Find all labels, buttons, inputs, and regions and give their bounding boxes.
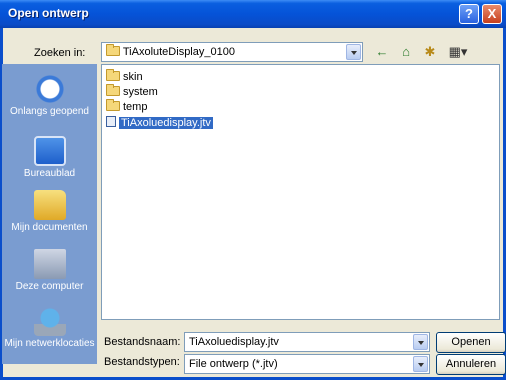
desktop-icon [33, 136, 66, 166]
place-recent-label: Onlangs geopend [10, 106, 89, 117]
views-icon: ▦▾ [448, 44, 468, 59]
file-name: temp [123, 101, 148, 113]
filename-label: Bestandsnaam: [104, 336, 181, 348]
lookin-label: Zoeken in: [34, 47, 86, 59]
up-folder-icon: ⌂ [402, 44, 410, 59]
up-folder-button[interactable]: ⌂ [396, 44, 416, 62]
new-folder-button[interactable]: ✱ [420, 44, 440, 62]
folder-icon [106, 84, 120, 96]
filetype-label: Bestandstypen: [104, 356, 180, 368]
list-item[interactable]: system [106, 84, 158, 99]
file-name: TiAxoluedisplay.jtv [119, 117, 213, 129]
lookin-value-wrap: TiAxoluteDisplay_0100 [106, 44, 235, 58]
help-button[interactable]: ? [459, 4, 479, 24]
list-item-selected[interactable]: TiAxoluedisplay.jtv [106, 116, 213, 129]
computer-icon [33, 249, 66, 279]
place-network-label: Mijn netwerklocaties [4, 338, 95, 349]
place-computer[interactable]: Deze computer [2, 249, 97, 292]
views-menu-button[interactable]: ▦▾ [444, 44, 472, 62]
filetype-dropdown[interactable]: File ontwerp (*.jtv) [184, 354, 430, 374]
list-item[interactable]: temp [106, 99, 148, 114]
place-documents[interactable]: Mijn documenten [2, 190, 97, 233]
network-icon [33, 306, 66, 336]
title-bar[interactable]: Open ontwerp ? X [0, 0, 506, 28]
file-name: skin [123, 71, 143, 83]
close-button[interactable]: X [482, 4, 502, 24]
close-icon: X [487, 6, 497, 21]
file-icon [106, 116, 116, 127]
window-title: Open ontwerp [8, 6, 89, 20]
folder-icon [106, 99, 120, 111]
folder-icon [106, 69, 120, 81]
place-computer-label: Deze computer [15, 281, 84, 292]
file-name: system [123, 86, 158, 98]
filename-value: TiAxoluedisplay.jtv [189, 336, 279, 348]
filetype-value: File ontwerp (*.jtv) [189, 358, 278, 370]
file-list[interactable]: skin system temp TiAxoluedisplay.jtv [101, 64, 500, 320]
clock-icon [33, 74, 66, 104]
place-desktop[interactable]: Bureaublad [2, 136, 97, 179]
open-button[interactable]: Openen [436, 332, 506, 353]
chevron-down-icon[interactable] [413, 334, 428, 350]
places-bar: Onlangs geopend Bureaublad Mijn document… [2, 64, 97, 364]
documents-folder-icon [33, 190, 66, 220]
list-item[interactable]: skin [106, 69, 143, 84]
new-folder-icon: ✱ [424, 44, 436, 59]
place-desktop-label: Bureaublad [23, 168, 76, 179]
place-documents-label: Mijn documenten [11, 222, 88, 233]
help-icon: ? [465, 6, 473, 21]
place-network[interactable]: Mijn netwerklocaties [2, 306, 97, 349]
lookin-value: TiAxoluteDisplay_0100 [122, 46, 235, 58]
chevron-down-icon[interactable] [346, 44, 361, 60]
lookin-dropdown[interactable]: TiAxoluteDisplay_0100 [101, 42, 363, 62]
place-recent[interactable]: Onlangs geopend [2, 74, 97, 117]
folder-icon [106, 44, 120, 56]
back-button[interactable]: ← [372, 44, 392, 62]
chevron-down-icon[interactable] [413, 356, 428, 372]
cancel-button[interactable]: Annuleren [436, 354, 506, 375]
filename-input[interactable]: TiAxoluedisplay.jtv [184, 332, 430, 352]
back-arrow-icon: ← [375, 44, 389, 59]
